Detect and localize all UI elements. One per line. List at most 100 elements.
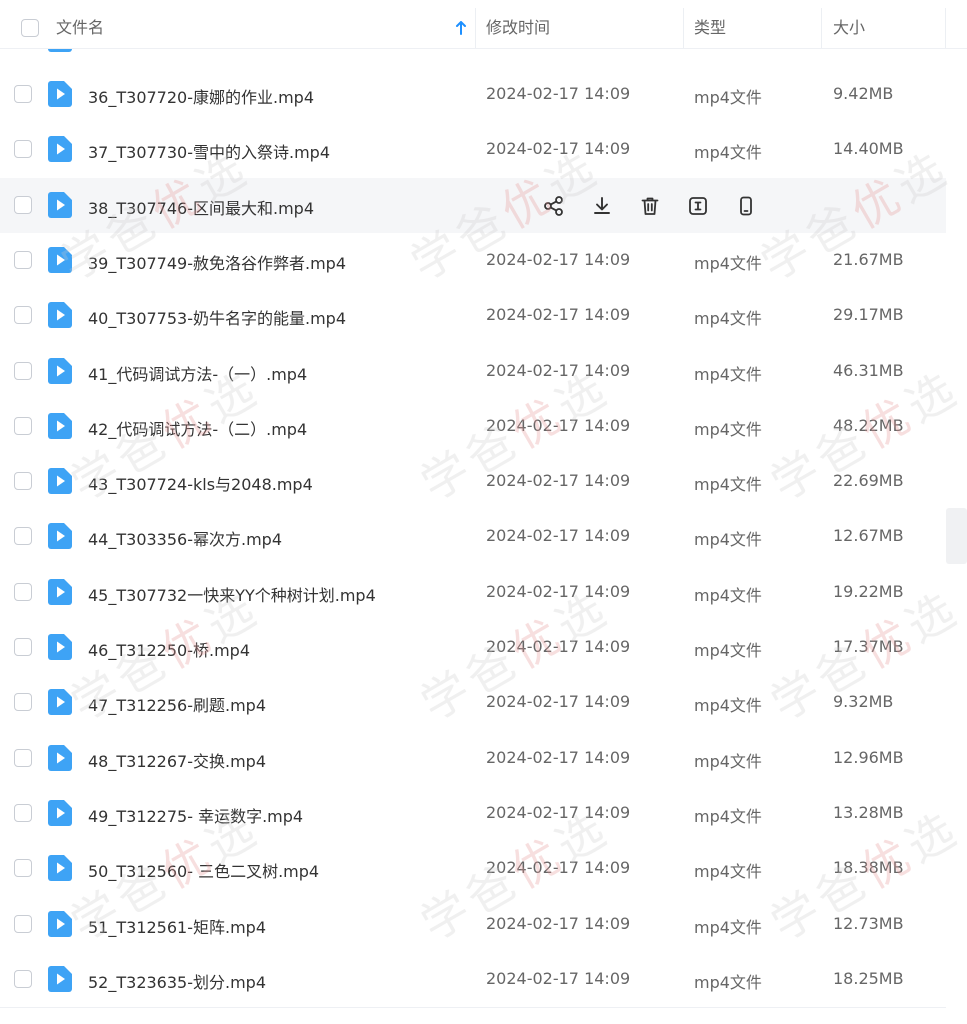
modified-time: 2024-02-17 14:09 [486, 748, 631, 767]
file-type: mp4文件 [694, 365, 762, 384]
delete-icon[interactable] [636, 192, 664, 220]
file-row[interactable]: 40_T307753-奶牛名字的能量.mp4 2024-02-17 14:09 mp… [0, 288, 946, 343]
row-checkbox[interactable] [14, 417, 32, 435]
video-file-icon [48, 247, 72, 273]
modified-time: 2024-02-17 14:09 [486, 139, 631, 158]
file-name[interactable]: 40_T307753-奶牛名字的能量.mp4 [88, 305, 346, 329]
modified-time: 2024-02-17 14:09 [486, 361, 631, 380]
file-row[interactable]: 45_T307732一快来YY个种树计划.mp4 2024-02-17 14:09… [0, 565, 946, 620]
file-name[interactable]: 43_T307724-kls与2048.mp4 [88, 471, 313, 495]
arrow-up-icon[interactable] [455, 20, 467, 35]
file-row[interactable]: 49_T312275- 幸运数字.mp4 2024-02-17 14:09 mp4文… [0, 786, 946, 841]
file-name[interactable]: 47_T312256-刷题.mp4 [88, 692, 266, 716]
row-checkbox[interactable] [14, 472, 32, 490]
file-name[interactable]: 51_T312561-矩阵.mp4 [88, 914, 266, 938]
row-checkbox[interactable] [14, 140, 32, 158]
file-row[interactable]: 41_代码调试方法-（一）.mp4 2024-02-17 14:09 mp4文件 46… [0, 344, 946, 399]
file-name[interactable]: 44_T303356-幂次方.mp4 [88, 526, 282, 550]
row-checkbox[interactable] [14, 970, 32, 988]
select-all-checkbox[interactable] [21, 19, 39, 37]
video-file-icon [48, 579, 72, 605]
modified-time: 2024-02-17 14:09 [486, 969, 631, 988]
mobile-icon[interactable] [732, 192, 760, 220]
file-name[interactable]: 41_代码调试方法-（一）.mp4 [88, 361, 307, 385]
row-checkbox[interactable] [14, 749, 32, 767]
file-row[interactable]: 37_T307730-雪中的入祭诗.mp4 2024-02-17 14:09 mp4… [0, 122, 946, 177]
row-checkbox[interactable] [14, 196, 32, 214]
video-file-icon [48, 800, 72, 826]
file-name[interactable]: 52_T323635-划分.mp4 [88, 969, 266, 993]
row-checkbox[interactable] [14, 859, 32, 877]
file-size: 9.32MB [833, 692, 894, 711]
row-checkbox[interactable] [14, 915, 32, 933]
modified-time: 2024-02-17 14:09 [486, 526, 631, 545]
row-checkbox[interactable] [14, 638, 32, 656]
column-header-name[interactable]: 文件名 [56, 0, 104, 48]
file-row[interactable]: 46_T312250-桥.mp4 2024-02-17 14:09 mp4文件 17.… [0, 620, 946, 675]
file-row[interactable]: 38_T307746-区间最大和.mp4 [0, 178, 946, 233]
video-file-icon [48, 855, 72, 881]
row-checkbox[interactable] [14, 306, 32, 324]
row-checkbox[interactable] [14, 85, 32, 103]
file-size: 22.69MB [833, 471, 904, 490]
file-row[interactable]: 42_代码调试方法-（二）.mp4 2024-02-17 14:09 mp4文件 48… [0, 399, 946, 454]
modified-time: 2024-02-17 14:09 [486, 803, 631, 822]
file-size: 46.31MB [833, 361, 904, 380]
file-row[interactable]: 50_T312560- 三色二叉树.mp4 2024-02-17 14:09 mp4… [0, 841, 946, 896]
file-row[interactable]: 43_T307724-kls与2048.mp4 2024-02-17 14:09 m… [0, 454, 946, 509]
file-name[interactable]: 38_T307746-区间最大和.mp4 [88, 195, 314, 219]
file-name[interactable]: 50_T312560- 三色二叉树.mp4 [88, 858, 319, 882]
row-checkbox[interactable] [14, 693, 32, 711]
share-icon[interactable] [540, 192, 568, 220]
file-size: 12.73MB [833, 914, 904, 933]
file-size: 21.67MB [833, 250, 904, 269]
row-checkbox[interactable] [14, 251, 32, 269]
file-name[interactable]: 36_T307720-康娜的作业.mp4 [88, 84, 314, 108]
rename-icon[interactable] [684, 192, 712, 220]
file-type: mp4文件 [694, 475, 762, 494]
file-type: mp4文件 [694, 807, 762, 826]
file-row[interactable]: 47_T312256-刷题.mp4 2024-02-17 14:09 mp4文件 9.… [0, 675, 946, 730]
file-type: mp4文件 [694, 309, 762, 328]
download-icon[interactable] [588, 192, 616, 220]
file-row[interactable]: 44_T303356-幂次方.mp4 2024-02-17 14:09 mp4文件 1… [0, 509, 946, 564]
column-header-size[interactable]: 大小 [833, 0, 865, 48]
scrollbar-thumb[interactable] [946, 508, 967, 564]
file-type: mp4文件 [694, 143, 762, 162]
row-checkbox[interactable] [14, 362, 32, 380]
file-size: 12.96MB [833, 748, 904, 767]
file-name[interactable]: 46_T312250-桥.mp4 [88, 637, 250, 661]
video-file-icon [48, 81, 72, 107]
row-checkbox[interactable] [14, 527, 32, 545]
file-row[interactable]: 52_T323635-划分.mp4 2024-02-17 14:09 mp4文件 18… [0, 952, 946, 1007]
modified-time: 2024-02-17 14:09 [486, 692, 631, 711]
column-header-time[interactable]: 修改时间 [486, 0, 550, 48]
file-row[interactable]: 51_T312561-矩阵.mp4 2024-02-17 14:09 mp4文件 12… [0, 897, 946, 952]
file-name[interactable]: 42_代码调试方法-（二）.mp4 [88, 416, 307, 440]
file-row[interactable]: 39_T307749-赦免洛谷作弊者.mp4 2024-02-17 14:09 mp… [0, 233, 946, 288]
file-name[interactable]: 45_T307732一快来YY个种树计划.mp4 [88, 582, 376, 606]
column-header-type[interactable]: 类型 [694, 0, 726, 48]
modified-time: 2024-02-17 14:09 [486, 250, 631, 269]
file-type: mp4文件 [694, 88, 762, 107]
file-row[interactable]: 48_T312267-交换.mp4 2024-02-17 14:09 mp4文件 12… [0, 731, 946, 786]
file-size: 13.28MB [833, 803, 904, 822]
file-row[interactable]: 36_T307720-康娜的作业.mp4 2024-02-17 14:09 mp4文… [0, 67, 946, 122]
video-file-icon [48, 911, 72, 937]
file-size: 9.42MB [833, 84, 894, 103]
file-name[interactable]: 39_T307749-赦免洛谷作弊者.mp4 [88, 250, 346, 274]
file-name[interactable]: 49_T312275- 幸运数字.mp4 [88, 803, 303, 827]
video-file-icon [48, 413, 72, 439]
file-type: mp4文件 [694, 918, 762, 937]
video-file-icon [48, 966, 72, 992]
column-divider [683, 8, 684, 48]
row-checkbox[interactable] [14, 583, 32, 601]
file-type: mp4文件 [694, 862, 762, 881]
file-name[interactable]: 48_T312267-交换.mp4 [88, 748, 266, 772]
row-actions [540, 178, 760, 233]
row-checkbox[interactable] [14, 804, 32, 822]
video-file-icon [48, 689, 72, 715]
modified-time: 2024-02-17 14:09 [486, 84, 631, 103]
file-name[interactable]: 37_T307730-雪中的入祭诗.mp4 [88, 139, 330, 163]
file-type: mp4文件 [694, 420, 762, 439]
